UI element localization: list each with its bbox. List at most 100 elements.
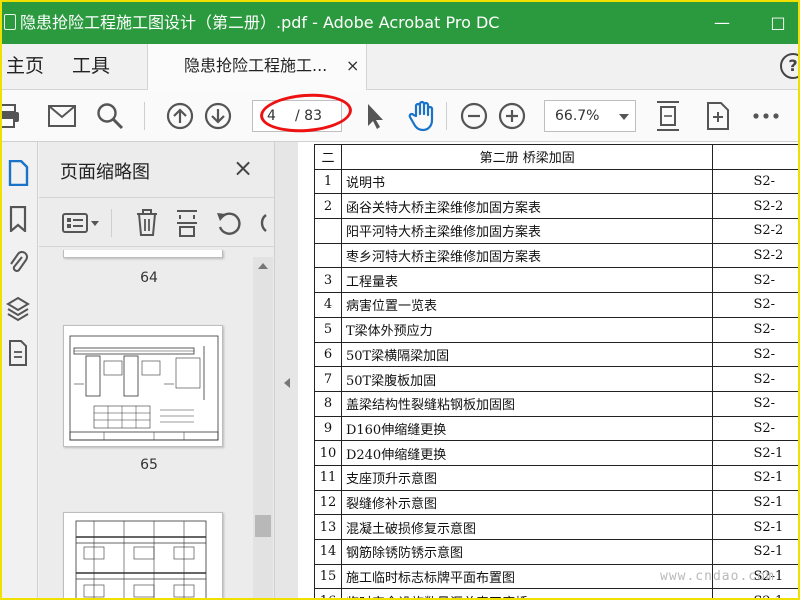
table-row: 8 盖梁结构性裂缝粘钢板加固图 S2- [314, 390, 798, 417]
row-title: T梁体外预应力 [340, 316, 714, 343]
panel-splitter[interactable] [274, 142, 298, 598]
row-title: 混凝土破损修复示意图 [340, 514, 714, 540]
row-number: 11 [314, 464, 342, 491]
fit-page-icon[interactable] [652, 100, 684, 132]
row-code: S2- [712, 168, 798, 195]
close-panel-icon[interactable]: × [233, 154, 253, 182]
table-row: 4 病害位置一览表 S2- [314, 292, 798, 318]
more-tools-icon[interactable] [750, 100, 782, 132]
row-title: 枣乡河特大桥主梁维修加固方案表 [340, 242, 714, 269]
table-row: 3 工程量表 S2- [314, 267, 798, 294]
row-number: 10 [314, 440, 342, 466]
contents-table: 二第二册 桥梁加固 1 说明书 S2- 2 函谷关特大桥主梁维修加固方案表 S2-2 阳平河特… [314, 144, 798, 598]
row-number: 6 [314, 341, 342, 368]
table-row: 1 说明书 S2- [314, 168, 798, 195]
thumbnails-panel: 页面缩略图 × 64 65 [39, 142, 274, 598]
page-thumbnails-icon[interactable] [6, 160, 30, 186]
help-icon[interactable]: ? [780, 53, 798, 79]
document-view[interactable]: 二第二册 桥梁加固 1 说明书 S2- 2 函谷关特大桥主梁维修加固方案表 S2-2 阳平河特… [298, 142, 798, 598]
row-code: S2- [712, 316, 798, 343]
thumbnails-scrollbar[interactable] [253, 257, 273, 598]
hand-tool-icon[interactable] [406, 100, 438, 132]
page-thumbnail[interactable] [63, 512, 223, 598]
row-title: 阳平河特大桥主梁维修加固方案表 [340, 218, 714, 244]
layers-icon[interactable] [6, 296, 30, 322]
row-code: S2-2 [712, 242, 798, 269]
zoom-value: 66.7% [555, 108, 600, 124]
row-number: 13 [314, 514, 342, 540]
rotate-view-icon[interactable] [702, 100, 734, 132]
attachment-icon[interactable] [6, 250, 30, 276]
page-thumbnail-drawing [75, 520, 207, 598]
zoom-in-icon[interactable] [496, 100, 528, 132]
row-number: 3 [314, 267, 342, 294]
row-number: 12 [314, 489, 342, 516]
row-code: S2- [712, 415, 798, 442]
previous-page-icon[interactable] [164, 100, 196, 132]
row-number [314, 242, 342, 269]
zoom-out-icon[interactable] [458, 100, 490, 132]
row-title: 第二册 桥梁加固 [340, 144, 714, 170]
page-thumbnail[interactable] [63, 250, 223, 258]
row-title: 钢筋除锈防锈示意图 [340, 539, 714, 565]
toolbar-divider [446, 102, 447, 130]
row-number: 14 [314, 539, 342, 565]
select-tool-icon[interactable] [358, 100, 390, 132]
toolbar: 4 / 83 66.7% [2, 90, 798, 142]
table-row: 7 50T梁腹板加固 S2- [314, 366, 798, 392]
email-icon[interactable] [46, 100, 78, 132]
row-title: 工程量表 [340, 267, 714, 294]
row-title: D240伸缩缝更换 [340, 440, 714, 466]
page-thumbnail[interactable] [63, 325, 223, 447]
rotate-page-icon[interactable] [213, 207, 245, 239]
search-icon[interactable] [94, 100, 126, 132]
collapse-panel-icon[interactable] [284, 378, 290, 388]
row-code: S2-1 [712, 588, 798, 598]
row-number: 5 [314, 316, 342, 343]
home-tab[interactable]: 主页 [6, 44, 44, 88]
thumbnails-toolbar [39, 197, 274, 247]
thumbnails-title: 页面缩略图 [60, 162, 150, 183]
row-code [712, 144, 798, 170]
rotate-page-ccw-icon[interactable] [251, 207, 271, 239]
row-code: S2- [712, 366, 798, 392]
extract-page-icon[interactable] [171, 207, 203, 239]
row-title: 临时安全设施数量汇总表四座桥 [340, 588, 714, 598]
close-tab-icon[interactable]: × [346, 44, 359, 88]
print-icon[interactable] [2, 100, 24, 132]
row-code: S2-2 [712, 218, 798, 244]
bookmark-icon[interactable] [6, 206, 30, 232]
row-code: S2-1 [712, 464, 798, 491]
table-row: 10 D240伸缩缝更换 S2-1 [314, 440, 798, 466]
row-title: 函谷关特大桥主梁维修加固方案表 [340, 193, 714, 220]
document-icon [4, 14, 16, 30]
row-code: S2-1 [712, 489, 798, 516]
delete-icon[interactable] [131, 207, 163, 239]
zoom-select[interactable]: 66.7% [544, 100, 636, 132]
table-row: 14 钢筋除锈防锈示意图 S2-1 [314, 539, 798, 565]
app-window: 隐患抢险工程施工图设计（第二册）.pdf - Adobe Acrobat Pro… [0, 0, 800, 600]
table-row: 9 D160伸缩缝更换 S2- [314, 415, 798, 442]
document-tab[interactable]: 隐患抢险工程施工... × [147, 44, 367, 90]
menu-bar: 主页 工具 隐患抢险工程施工... × ? [2, 44, 798, 90]
toolbar-divider [144, 102, 145, 130]
row-title: 病害位置一览表 [340, 292, 714, 318]
scroll-up-icon[interactable] [258, 263, 268, 269]
table-row: 枣乡河特大桥主梁维修加固方案表 S2-2 [314, 242, 798, 269]
scrollbar-thumb[interactable] [255, 515, 271, 537]
thumbnail-page-label: 64 [140, 270, 158, 286]
next-page-icon[interactable] [202, 100, 234, 132]
row-code: S2- [712, 292, 798, 318]
tools-tab[interactable]: 工具 [72, 44, 110, 88]
table-row: 2 函谷关特大桥主梁维修加固方案表 S2-2 [314, 193, 798, 220]
minimize-button[interactable]: — [702, 2, 742, 44]
thumbnail-options-icon[interactable] [59, 207, 103, 239]
row-number: 二 [314, 144, 342, 170]
content-icon[interactable] [6, 340, 30, 366]
row-title: 施工临时标志标牌平面布置图 [340, 563, 714, 590]
table-row: 6 50T梁横隔梁加固 S2- [314, 341, 798, 368]
row-number: 9 [314, 415, 342, 442]
row-number: 7 [314, 366, 342, 392]
maximize-button[interactable]: □ [758, 2, 798, 44]
row-number: 15 [314, 563, 342, 590]
